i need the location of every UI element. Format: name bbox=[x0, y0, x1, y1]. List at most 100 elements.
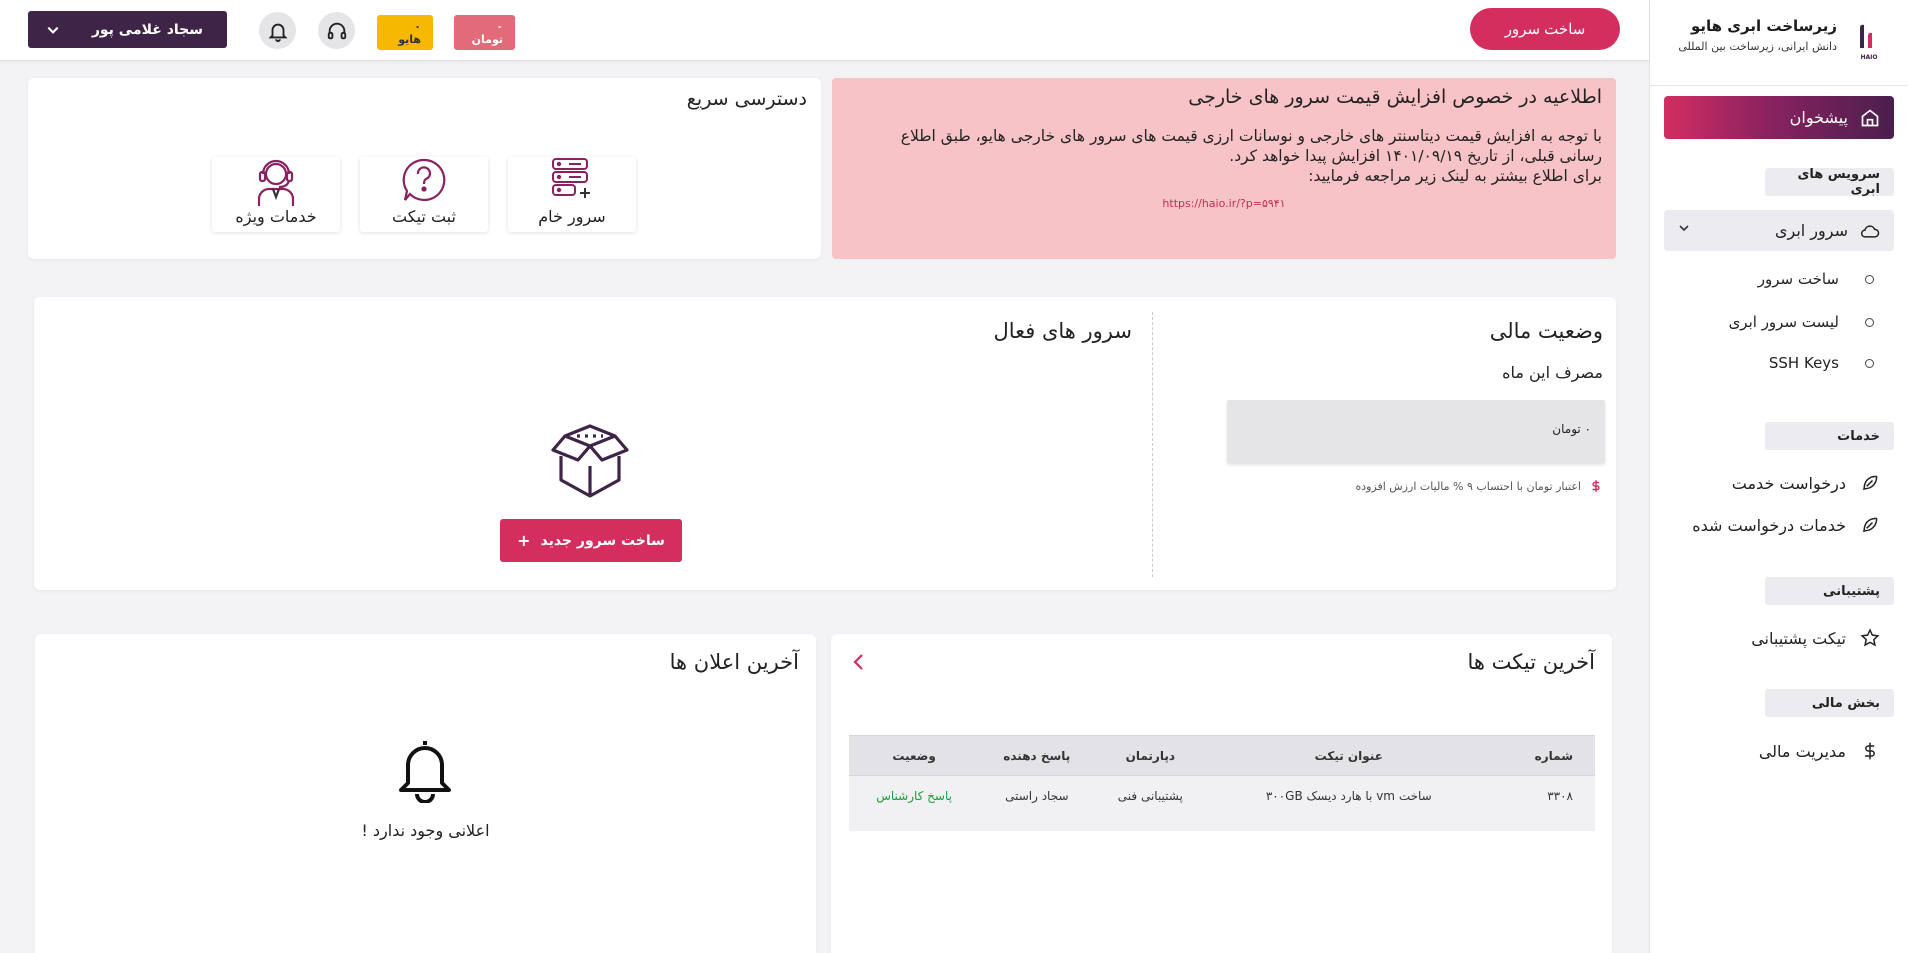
chevron-down-icon bbox=[47, 26, 59, 34]
notifications-button[interactable] bbox=[259, 12, 296, 49]
quick-tile-new-ticket[interactable]: ثبت تیکت bbox=[360, 157, 488, 232]
star-icon bbox=[1860, 628, 1880, 647]
sidebar-item-label: تیکت پشتیبانی bbox=[1751, 628, 1846, 648]
haio-balance-badge[interactable]: ۰ هایو bbox=[377, 15, 433, 50]
server-add-icon bbox=[552, 158, 590, 198]
logo-text: HAIO bbox=[1861, 54, 1878, 61]
ticket-department: پشتیبانی فنی bbox=[1094, 775, 1207, 816]
sidebar: HAIO زیرساخت ابری هایو دانش ایرانی، زیرس… bbox=[1649, 0, 1908, 953]
feather-icon bbox=[1862, 517, 1878, 533]
column-header: پاسخ دهنده bbox=[979, 735, 1095, 776]
quick-access-title: دسترسی سریع bbox=[686, 88, 807, 110]
latest-notifications-card: آخرین اعلان ها اعلانی وجود ندارد ! bbox=[35, 634, 816, 953]
create-new-server-button[interactable]: ساخت سرور جدید + bbox=[500, 519, 682, 562]
bullet-icon bbox=[1865, 317, 1874, 327]
table-row[interactable]: ۳۳۰۸ ساخت vm با هارد دیسک ۳۰۰GB پشتیبانی… bbox=[849, 775, 1595, 816]
top-header: ساخت سرور ۰ تومان ۰ هایو سجاد غلامی پور bbox=[0, 0, 1649, 61]
sidebar-item-label: پیشخوان bbox=[1789, 108, 1848, 127]
latest-tickets-card: آخرین تیکت ها شماره عنوان تیکت دپارتمان … bbox=[831, 634, 1612, 953]
column-header: عنوان تیکت bbox=[1206, 735, 1492, 776]
alert-body: با توجه به افزایش قیمت دیتاسنتر های خارج… bbox=[846, 126, 1602, 186]
finance-title: وضعیت مالی bbox=[1489, 319, 1603, 343]
section-label-support: پشتیبانی bbox=[1765, 577, 1894, 605]
bell-icon bbox=[267, 23, 288, 42]
column-header: دپارتمان bbox=[1094, 735, 1207, 776]
active-servers-title: سرور های فعال bbox=[993, 319, 1132, 343]
sidebar-item-create-server[interactable]: ساخت سرور bbox=[1758, 270, 1874, 288]
support-agent-icon bbox=[257, 159, 295, 206]
support-headset-button[interactable] bbox=[318, 12, 355, 49]
user-menu-button[interactable]: سجاد غلامی پور bbox=[28, 11, 227, 48]
latest-tickets-title: آخرین تیکت ها bbox=[1467, 650, 1595, 674]
sidebar-item-support-ticket[interactable]: تیکت پشتیبانی bbox=[1751, 628, 1880, 648]
sidebar-item-label: خدمات درخواست شده bbox=[1692, 515, 1846, 535]
no-notifications-message: اعلانی وجود ندارد ! bbox=[361, 821, 490, 840]
ticket-status: پاسخ کارشناس bbox=[849, 775, 980, 816]
section-label-services: خدمات bbox=[1765, 422, 1894, 450]
question-chat-icon bbox=[402, 158, 446, 202]
sidebar-item-label: لیست سرور ابری bbox=[1728, 313, 1839, 331]
alert-line: با توجه به افزایش قیمت دیتاسنتر های خارج… bbox=[900, 127, 1602, 145]
chevron-left-icon[interactable] bbox=[852, 652, 866, 672]
sidebar-item-dashboard[interactable]: پیشخوان bbox=[1664, 96, 1894, 139]
user-name: سجاد غلامی پور bbox=[91, 21, 203, 38]
toman-balance-badge[interactable]: ۰ تومان bbox=[454, 15, 515, 50]
sidebar-item-label: SSH Keys bbox=[1768, 354, 1839, 372]
tile-label: خدمات ویژه bbox=[235, 207, 317, 226]
chevron-down-icon[interactable] bbox=[1678, 222, 1690, 234]
ticket-number: ۳۳۰۸ bbox=[1491, 775, 1595, 816]
button-label: ساخت سرور جدید bbox=[540, 532, 665, 549]
empty-box-icon bbox=[551, 424, 629, 498]
alert-title: اطلاعیه در خصوص افزایش قیمت سرور های خار… bbox=[1188, 86, 1602, 108]
alert-link[interactable]: https://haio.ir/?p=۵۹۴۱ bbox=[846, 197, 1602, 210]
table-row-padding bbox=[849, 815, 1595, 831]
bell-icon bbox=[399, 741, 451, 803]
tax-note-text: اعتبار تومان با احتساب ۹ % مالیات ارزش ا… bbox=[1355, 479, 1581, 493]
finance-and-servers-card: وضعیت مالی مصرف این ماه ۰ تومان اعتبار ت… bbox=[34, 297, 1616, 590]
sidebar-item-label: ساخت سرور bbox=[1757, 270, 1839, 288]
tile-label: ثبت تیکت bbox=[392, 207, 456, 226]
section-label-cloud: سرویس های ابری bbox=[1765, 167, 1894, 197]
quick-tile-special-services[interactable]: خدمات ویژه bbox=[212, 157, 340, 232]
sidebar-item-request-service[interactable]: درخواست خدمت bbox=[1732, 473, 1880, 493]
brand-header: HAIO زیرساخت ابری هایو دانش ایرانی، زیرس… bbox=[1649, 0, 1908, 86]
create-server-button[interactable]: ساخت سرور bbox=[1470, 8, 1620, 50]
dollar-icon bbox=[1865, 742, 1875, 760]
price-increase-alert: اطلاعیه در خصوص افزایش قیمت سرور های خار… bbox=[832, 78, 1616, 259]
sidebar-item-label: سرور ابری bbox=[1774, 221, 1848, 240]
month-usage-box: ۰ تومان bbox=[1227, 400, 1605, 463]
month-usage-amount: ۰ تومان bbox=[1552, 422, 1591, 436]
brand-subtitle: دانش ایرانی، زیرساخت بین المللی bbox=[1678, 40, 1837, 53]
alert-line: برای اطلاع بیشتر به لینک زیر مراجعه فرما… bbox=[1308, 167, 1602, 185]
sidebar-item-ssh-keys[interactable]: SSH Keys bbox=[1769, 354, 1874, 372]
plus-icon: + bbox=[517, 531, 531, 550]
cloud-icon bbox=[1861, 224, 1880, 238]
month-usage-label: مصرف این ماه bbox=[1502, 363, 1603, 382]
sidebar-item-cloud-server[interactable]: سرور ابری bbox=[1664, 210, 1894, 251]
tickets-table: شماره عنوان تیکت دپارتمان پاسخ دهنده وضع… bbox=[849, 735, 1595, 831]
bullet-icon bbox=[1865, 274, 1874, 284]
feather-icon bbox=[1862, 475, 1878, 491]
bullet-icon bbox=[1865, 358, 1874, 368]
sidebar-item-label: درخواست خدمت bbox=[1731, 473, 1846, 493]
tile-label: سرور خام bbox=[538, 207, 606, 226]
quick-access-card: دسترسی سریع سرور خام ثبت تیکت خدمات ویژه bbox=[28, 78, 821, 259]
haio-logo[interactable]: HAIO bbox=[1856, 22, 1882, 62]
section-divider bbox=[1152, 312, 1153, 577]
sidebar-item-finance-management[interactable]: مدیریت مالی bbox=[1759, 741, 1880, 761]
table-header-row: شماره عنوان تیکت دپارتمان پاسخ دهنده وضع… bbox=[849, 735, 1595, 776]
home-icon bbox=[1861, 108, 1879, 126]
latest-notifications-title: آخرین اعلان ها bbox=[669, 650, 799, 674]
headset-icon bbox=[327, 22, 346, 39]
section-label-finance: بخش مالی bbox=[1765, 689, 1894, 717]
sidebar-item-label: مدیریت مالی bbox=[1758, 741, 1846, 761]
tax-note: اعتبار تومان با احتساب ۹ % مالیات ارزش ا… bbox=[1355, 477, 1603, 495]
ticket-subject: ساخت vm با هارد دیسک ۳۰۰GB bbox=[1206, 775, 1492, 816]
sidebar-item-server-list[interactable]: لیست سرور ابری bbox=[1729, 313, 1874, 331]
column-header: شماره bbox=[1491, 735, 1595, 776]
sidebar-item-requested-services[interactable]: خدمات درخواست شده bbox=[1692, 515, 1880, 535]
dollar-icon bbox=[1592, 480, 1600, 492]
alert-line: رسانی قبلی، از تاریخ ۱۴۰۱/۰۹/۱۹ افزایش پ… bbox=[1229, 147, 1602, 165]
quick-tile-raw-server[interactable]: سرور خام bbox=[508, 157, 636, 232]
brand-title: زیرساخت ابری هایو bbox=[1690, 17, 1837, 35]
